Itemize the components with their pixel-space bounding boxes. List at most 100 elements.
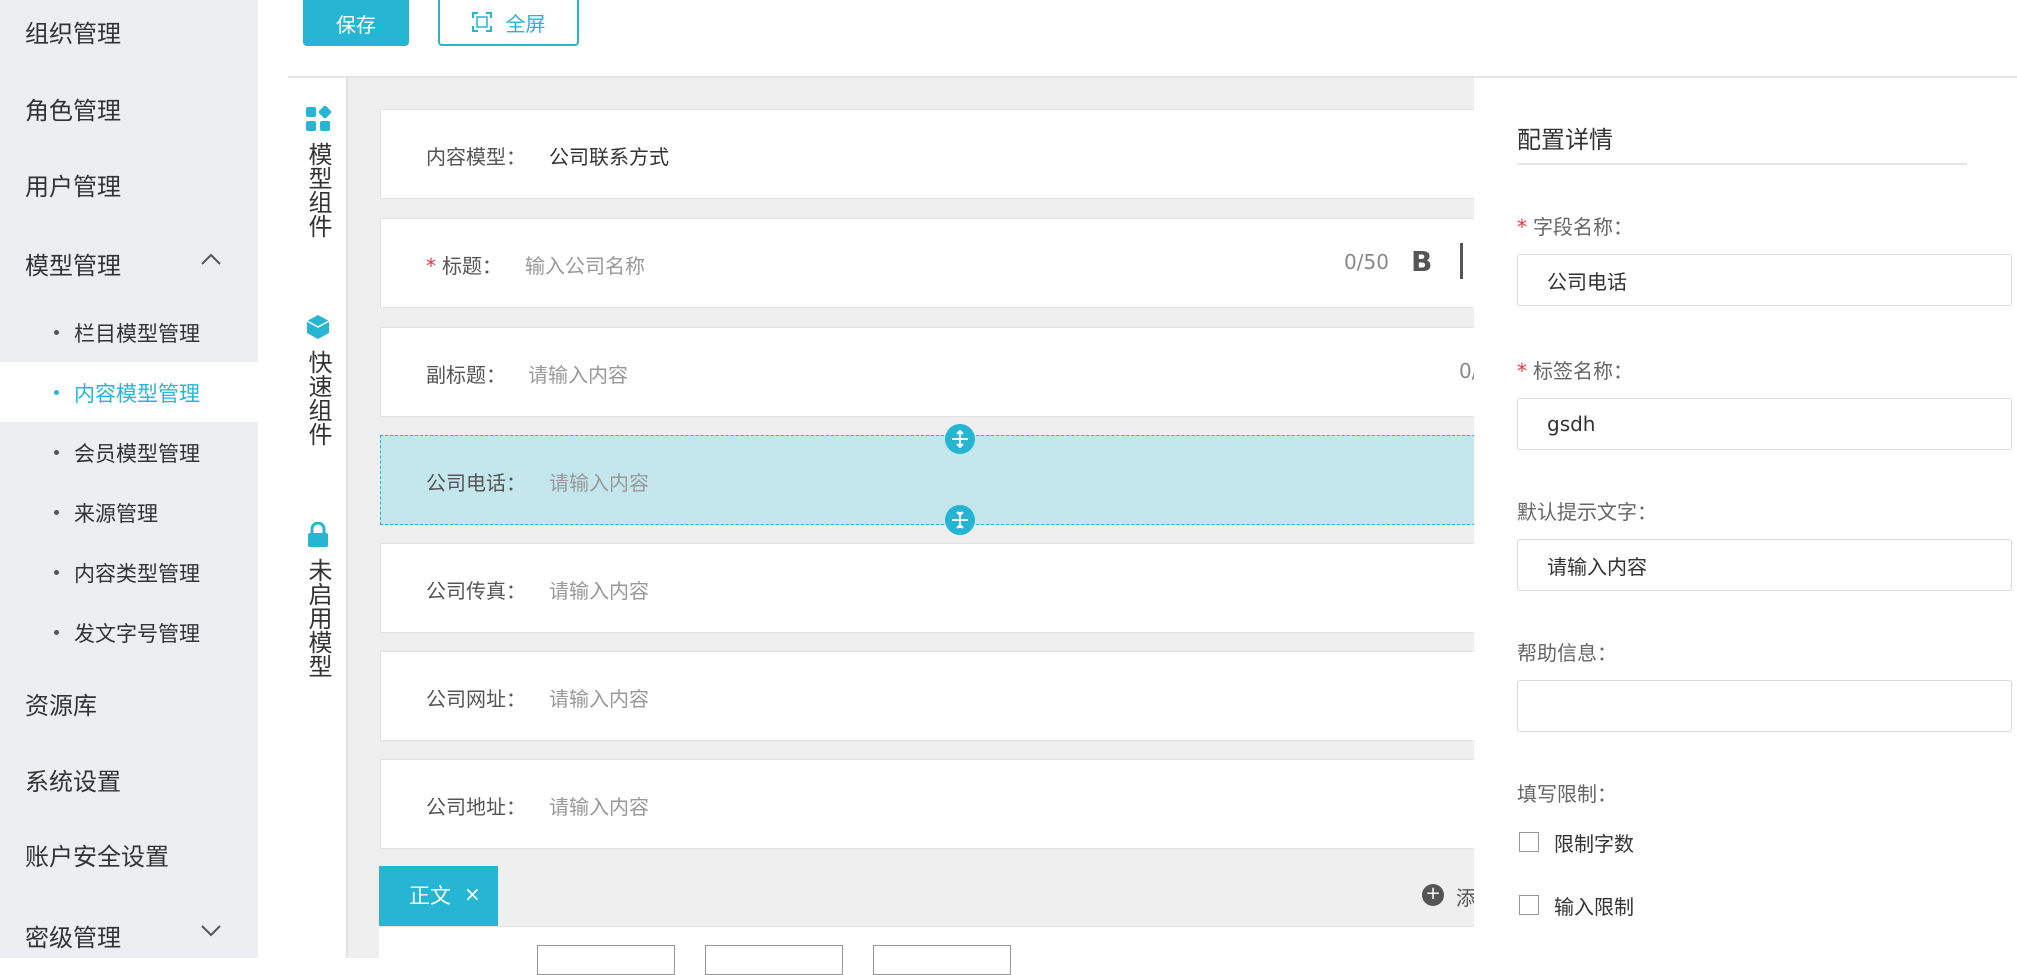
website-placeholder[interactable]: 请输入内容 xyxy=(549,683,649,712)
field-label: 公司传真： xyxy=(426,579,526,603)
required-marker: * xyxy=(1517,215,1527,239)
compress-icon xyxy=(952,511,968,529)
save-button[interactable]: 保存 xyxy=(303,0,409,46)
fullscreen-icon xyxy=(471,12,492,32)
tab-body[interactable]: 正文 × xyxy=(379,866,498,926)
sidebar-subitem-member-model[interactable]: 会员模型管理 xyxy=(0,422,258,482)
sidebar-item-resources[interactable]: 资源库 xyxy=(25,686,97,721)
panel-title: 配置详情 xyxy=(1517,126,1613,154)
bullet-icon xyxy=(54,390,59,395)
quick-components-tab[interactable]: 快速组件 xyxy=(288,314,348,446)
component-column: 模型组件 快速组件 未启用模型 xyxy=(288,78,348,958)
font-color-icon[interactable] xyxy=(1460,243,1470,279)
title-placeholder[interactable]: 输入公司名称 xyxy=(525,250,645,279)
tab-label: 正文 xyxy=(409,884,451,908)
quick-components-label: 快速组件 xyxy=(304,350,332,446)
website-row[interactable]: 公司网址： 请输入内容 xyxy=(380,651,1490,741)
field-label: 内容模型： xyxy=(426,145,526,169)
limit-chars-label: 限制字数 xyxy=(1554,832,1634,856)
sidebar-item-classification[interactable]: 密级管理 xyxy=(25,918,235,953)
default-hint-input[interactable] xyxy=(1517,539,2012,591)
field-label: 公司地址： xyxy=(426,795,526,819)
subtitle-row[interactable]: 副标题： 请输入内容 0/ xyxy=(380,327,1490,417)
sidebar-item-label: 资源库 xyxy=(25,692,97,720)
sidebar: 组织管理 角色管理 用户管理 模型管理 栏目模型管理 内容模型管理 会员模型管理… xyxy=(0,0,258,958)
sidebar-subitem-content-type[interactable]: 内容类型管理 xyxy=(0,542,258,602)
sidebar-item-label: 密级管理 xyxy=(25,924,121,952)
add-icon[interactable]: + xyxy=(1422,884,1444,906)
bold-icon[interactable]: B xyxy=(1411,245,1432,278)
sidebar-item-roles[interactable]: 角色管理 xyxy=(25,91,121,126)
sidebar-item-label: 系统设置 xyxy=(25,768,121,796)
limit-chars-checkbox[interactable] xyxy=(1519,832,1539,852)
lock-icon xyxy=(308,521,328,547)
sidebar-item-models[interactable]: 模型管理 xyxy=(25,246,235,281)
phone-row-selected[interactable]: 公司电话： 请输入内容 xyxy=(380,435,1490,525)
bullet-icon xyxy=(54,450,59,455)
subtitle-placeholder[interactable]: 请输入内容 xyxy=(528,359,628,388)
add-label[interactable]: 添 xyxy=(1456,882,1476,911)
fax-row[interactable]: 公司传真： 请输入内容 xyxy=(380,543,1490,633)
sidebar-subitem-label: 内容类型管理 xyxy=(74,562,200,586)
restriction-label: 填写限制： xyxy=(1517,782,1617,806)
default-hint-label: 默认提示文字： xyxy=(1517,500,1657,524)
editor-toolbar xyxy=(379,926,1474,975)
move-down-handle[interactable] xyxy=(945,505,975,535)
divider xyxy=(1517,163,1967,165)
toolbar-select[interactable] xyxy=(873,945,1011,975)
input-limit-checkbox[interactable] xyxy=(1519,895,1539,915)
field-label: 公司电话： xyxy=(426,471,526,495)
content-model-row[interactable]: 内容模型： 公司联系方式 xyxy=(380,109,1490,199)
chevron-up-icon xyxy=(201,253,221,265)
address-placeholder[interactable]: 请输入内容 xyxy=(549,791,649,820)
tag-name-label-text: 标签名称： xyxy=(1533,359,1633,383)
field-label: 副标题： xyxy=(426,363,506,387)
sidebar-subitem-column-model[interactable]: 栏目模型管理 xyxy=(0,302,258,362)
fullscreen-label: 全屏 xyxy=(505,11,546,36)
bullet-icon xyxy=(54,510,59,515)
move-up-handle[interactable] xyxy=(945,424,975,454)
sidebar-item-org[interactable]: 组织管理 xyxy=(25,14,121,49)
help-input[interactable] xyxy=(1517,680,2012,732)
sidebar-item-label: 角色管理 xyxy=(25,97,121,125)
address-row[interactable]: 公司地址： 请输入内容 xyxy=(380,759,1490,849)
close-icon[interactable]: × xyxy=(464,882,481,906)
field-label: 标题： xyxy=(442,254,502,278)
sidebar-item-label: 组织管理 xyxy=(25,20,121,48)
tag-name-input[interactable] xyxy=(1517,398,2012,450)
disabled-models-tab[interactable]: 未启用模型 xyxy=(288,521,348,678)
field-name-input[interactable] xyxy=(1517,254,2012,306)
required-marker: * xyxy=(1517,359,1527,383)
fullscreen-button[interactable]: 全屏 xyxy=(438,0,579,46)
sidebar-subitem-doc-number[interactable]: 发文字号管理 xyxy=(0,602,258,662)
model-components-tab[interactable]: 模型组件 xyxy=(288,105,348,238)
tag-name-label: * 标签名称： xyxy=(1517,355,1633,384)
sidebar-item-system[interactable]: 系统设置 xyxy=(25,762,121,797)
char-count: 0/50 xyxy=(1344,250,1389,274)
phone-placeholder[interactable]: 请输入内容 xyxy=(549,467,649,496)
sidebar-subitem-label: 栏目模型管理 xyxy=(74,322,200,346)
config-panel: 配置详情 *字段名称： *标签名称： 默认提示文字： 帮助信息： 填写限制： 限… xyxy=(1474,78,2017,958)
sidebar-subitem-label: 发文字号管理 xyxy=(74,622,200,646)
content-model-value: 公司联系方式 xyxy=(549,145,669,169)
sidebar-item-account-security[interactable]: 账户安全设置 xyxy=(25,837,169,872)
sidebar-item-label: 账户安全设置 xyxy=(25,843,169,871)
sidebar-item-users[interactable]: 用户管理 xyxy=(25,167,121,202)
sidebar-item-label: 模型管理 xyxy=(25,252,121,280)
chevron-down-icon xyxy=(201,925,221,937)
help-label: 帮助信息： xyxy=(1517,641,1617,665)
bullet-icon xyxy=(54,570,59,575)
sidebar-item-label: 用户管理 xyxy=(25,173,121,201)
expand-icon xyxy=(952,429,968,449)
title-row[interactable]: * 标题： 输入公司名称 0/50 B xyxy=(380,218,1490,308)
field-label: 公司网址： xyxy=(426,687,526,711)
sidebar-subitem-label: 来源管理 xyxy=(74,502,158,526)
bullet-icon xyxy=(54,630,59,635)
toolbar-select[interactable] xyxy=(705,945,843,975)
required-marker: * xyxy=(426,254,436,278)
fax-placeholder[interactable]: 请输入内容 xyxy=(549,575,649,604)
input-limit-label: 输入限制 xyxy=(1554,895,1634,919)
toolbar-select[interactable] xyxy=(537,945,675,975)
sidebar-subitem-content-model[interactable]: 内容模型管理 xyxy=(0,362,258,422)
sidebar-subitem-source[interactable]: 来源管理 xyxy=(0,482,258,542)
